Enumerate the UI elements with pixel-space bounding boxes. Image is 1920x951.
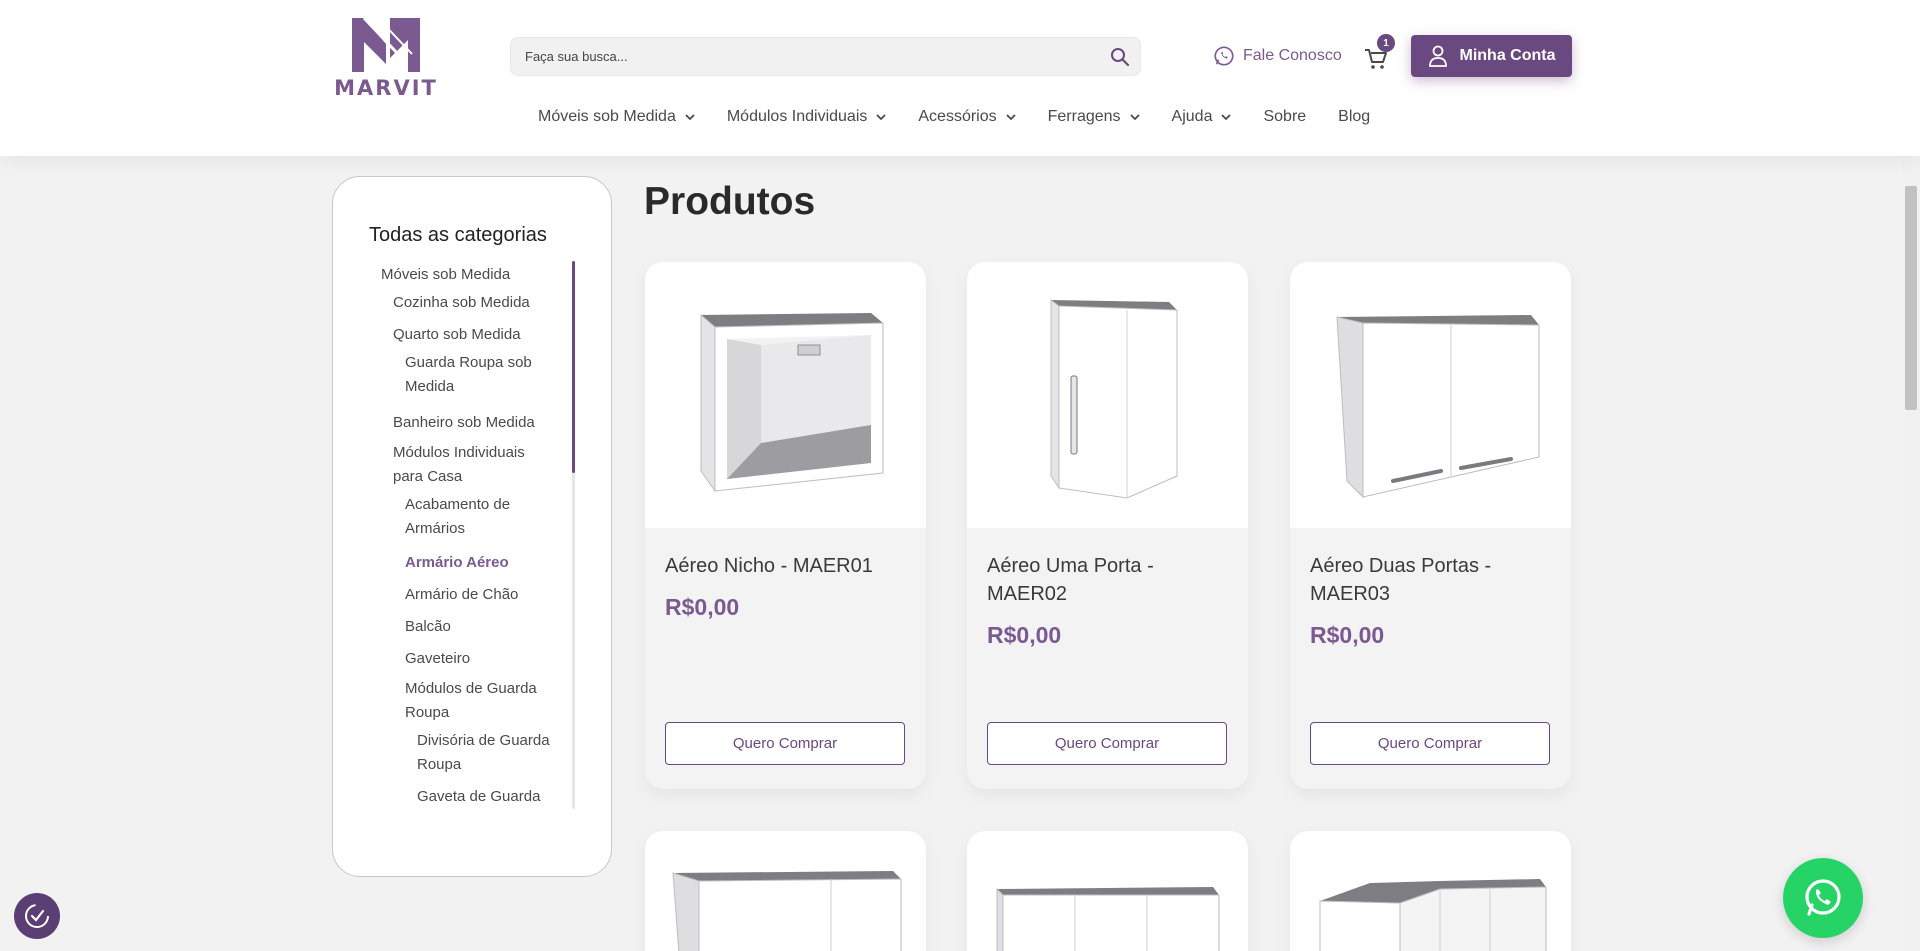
category-scroll-thumb[interactable] bbox=[572, 261, 575, 473]
buy-button[interactable]: Quero Comprar bbox=[987, 722, 1227, 765]
category-cozinha-sob-medida[interactable]: Cozinha sob Medida bbox=[393, 291, 563, 315]
nav-item-ajuda[interactable]: Ajuda bbox=[1172, 106, 1232, 128]
accessibility-button[interactable] bbox=[14, 893, 60, 939]
chevron-down-icon bbox=[1129, 114, 1140, 121]
corner-cabinet-image bbox=[1319, 879, 1547, 951]
product-name[interactable]: Aéreo Duas Portas - MAER03 bbox=[1310, 552, 1550, 608]
nav-label: Acessórios bbox=[918, 108, 997, 125]
category-modulos-individuais-casa[interactable]: Módulos Individuais para Casa bbox=[393, 441, 543, 489]
product-card[interactable]: Aéreo Duas Portas - MAER03 R$0,00 Quero … bbox=[1290, 262, 1571, 789]
page-scroll-thumb[interactable] bbox=[1905, 186, 1917, 410]
search-bar bbox=[510, 37, 1141, 76]
cabinet-one-door-image bbox=[1050, 299, 1177, 499]
product-image[interactable] bbox=[1290, 262, 1571, 528]
nav-label: Ajuda bbox=[1171, 108, 1213, 125]
category-moveis-sob-medida[interactable]: Móveis sob Medida bbox=[381, 263, 569, 287]
product-card[interactable]: Aéreo Uma Porta - MAER02 R$0,00 Quero Co… bbox=[967, 262, 1248, 789]
product-image[interactable] bbox=[967, 262, 1248, 528]
whatsapp-icon bbox=[1214, 46, 1234, 66]
accessibility-icon bbox=[25, 904, 49, 928]
buy-button[interactable]: Quero Comprar bbox=[1310, 722, 1550, 765]
product-name[interactable]: Aéreo Nicho - MAER01 bbox=[665, 552, 905, 580]
nav-label: Ferragens bbox=[1047, 108, 1121, 125]
marvit-logo[interactable]: MARVIT bbox=[334, 14, 438, 100]
category-gaveta-guarda-roupa[interactable]: Gaveta de Guarda Roupa bbox=[417, 785, 552, 811]
chevron-down-icon bbox=[1221, 114, 1232, 121]
category-guarda-roupa-sob-medida[interactable]: Guarda Roupa sob Medida bbox=[405, 351, 555, 399]
search-input[interactable] bbox=[525, 38, 1085, 75]
chevron-down-icon bbox=[876, 114, 887, 121]
category-modulos-guarda-roupa[interactable]: Módulos de Guarda Roupa bbox=[405, 677, 550, 725]
nav-label: Módulos Individuais bbox=[726, 108, 868, 125]
nav-item-blog[interactable]: Blog bbox=[1338, 106, 1370, 128]
sidebar-title: Todas as categorias bbox=[369, 224, 547, 246]
category-armario-de-chao[interactable]: Armário de Chão bbox=[405, 583, 565, 607]
nav-item-acessorios[interactable]: Acessórios bbox=[918, 106, 1016, 128]
category-sidebar: Todas as categorias Móveis sob Medida Co… bbox=[332, 176, 612, 877]
nav-item-sobre[interactable]: Sobre bbox=[1263, 106, 1306, 128]
cart-count-badge: 1 bbox=[1377, 34, 1395, 52]
category-divisoria-guarda-roupa[interactable]: Divisória de Guarda Roupa bbox=[417, 729, 562, 777]
product-price: R$0,00 bbox=[665, 594, 740, 620]
cabinet-image bbox=[672, 871, 902, 951]
my-account-label: Minha Conta bbox=[1459, 47, 1556, 64]
chevron-down-icon bbox=[685, 114, 695, 121]
category-banheiro-sob-medida[interactable]: Banheiro sob Medida bbox=[393, 411, 563, 435]
product-price: R$0,00 bbox=[1310, 622, 1385, 648]
category-balcao[interactable]: Balcão bbox=[405, 615, 565, 639]
whatsapp-float-button[interactable] bbox=[1783, 858, 1863, 938]
buy-button[interactable]: Quero Comprar bbox=[665, 722, 905, 765]
main-nav: Móveis sob Medida Módulos Individuais Ac… bbox=[538, 106, 1402, 128]
product-card[interactable]: Aéreo Nicho - MAER01 R$0,00 Quero Compra… bbox=[645, 262, 926, 789]
whatsapp-icon bbox=[1805, 879, 1841, 916]
my-account-button[interactable]: Minha Conta bbox=[1411, 35, 1572, 77]
product-price: R$0,00 bbox=[987, 622, 1062, 648]
product-card[interactable] bbox=[645, 831, 926, 951]
cabinet-niche-image bbox=[700, 313, 883, 493]
contact-label: Fale Conosco bbox=[1243, 47, 1342, 64]
nav-item-moveis-sob-medida[interactable]: Móveis sob Medida bbox=[538, 106, 695, 128]
cabinet-two-doors-image bbox=[1335, 315, 1539, 499]
product-name[interactable]: Aéreo Uma Porta - MAER02 bbox=[987, 552, 1227, 608]
category-armario-aereo[interactable]: Armário Aéreo bbox=[405, 551, 565, 575]
cart-button[interactable]: 1 bbox=[1363, 34, 1395, 70]
product-card[interactable] bbox=[967, 831, 1248, 951]
cabinet-image bbox=[996, 887, 1220, 951]
category-gaveteiro[interactable]: Gaveteiro bbox=[405, 647, 565, 671]
site-header: MARVIT Fale Conosco 1 Minha Conta bbox=[0, 0, 1920, 156]
user-icon bbox=[1428, 45, 1447, 67]
chevron-down-icon bbox=[1005, 114, 1016, 121]
nav-label: Sobre bbox=[1263, 108, 1307, 125]
logo-mark-icon bbox=[352, 16, 420, 72]
category-quarto-sob-medida[interactable]: Quarto sob Medida bbox=[393, 323, 563, 347]
nav-item-ferragens[interactable]: Ferragens bbox=[1048, 106, 1140, 128]
search-icon[interactable] bbox=[1110, 47, 1130, 67]
nav-label: Móveis sob Medida bbox=[538, 108, 676, 125]
page-title: Produtos bbox=[644, 180, 816, 223]
nav-label: Blog bbox=[1338, 108, 1371, 125]
product-card[interactable] bbox=[1290, 831, 1571, 951]
category-list: Móveis sob Medida Cozinha sob Medida Qua… bbox=[369, 263, 569, 811]
product-image[interactable] bbox=[645, 262, 926, 528]
category-acabamento-armarios[interactable]: Acabamento de Armários bbox=[405, 493, 545, 541]
nav-item-modulos-individuais[interactable]: Módulos Individuais bbox=[727, 106, 887, 128]
logo-text: MARVIT bbox=[334, 76, 438, 100]
contact-link[interactable]: Fale Conosco bbox=[1213, 44, 1342, 68]
